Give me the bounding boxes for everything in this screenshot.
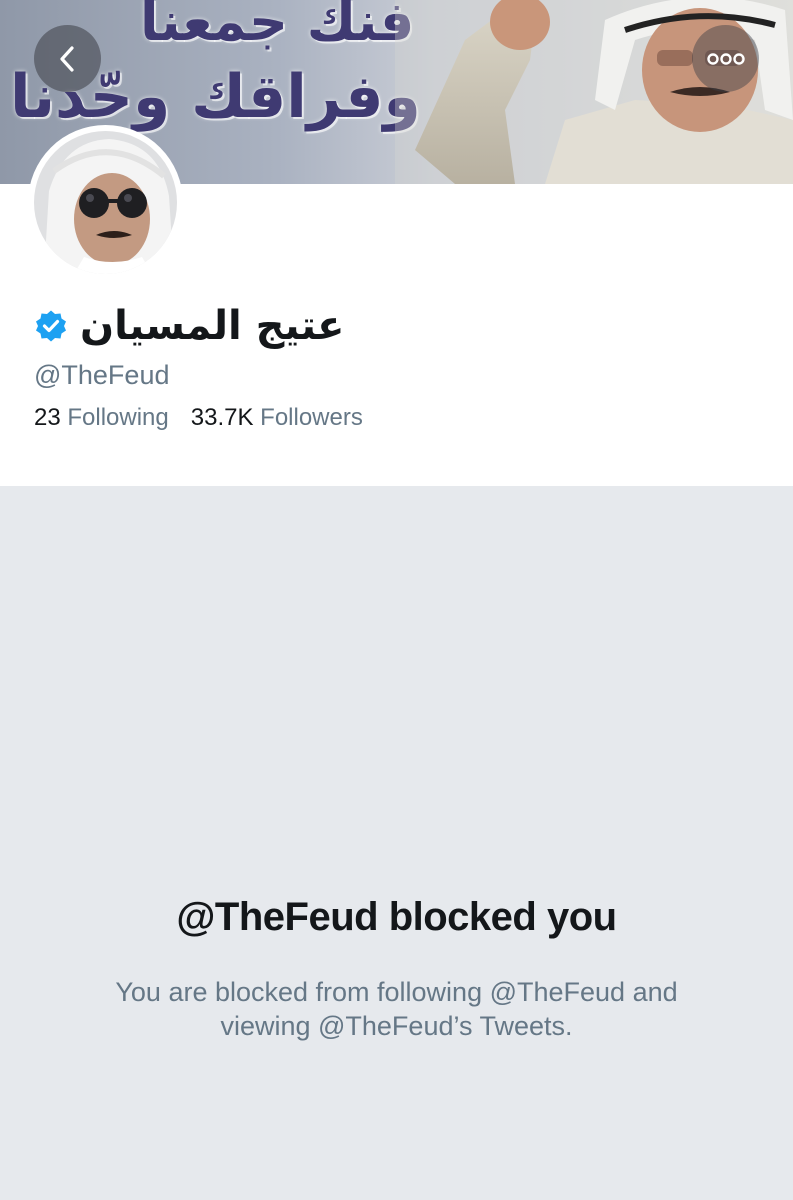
followers-count-link[interactable]: 33.7K Followers [191,404,363,432]
avatar-image [34,131,177,274]
followers-label: Followers [260,404,363,431]
back-button[interactable] [34,25,101,92]
more-dots-icon [706,52,745,65]
blocked-title: @TheFeud blocked you [176,895,617,939]
chevron-left-icon [59,45,74,72]
blocked-notice-panel [0,486,793,1200]
profile-avatar[interactable] [28,125,183,280]
banner-text-line1: فنك جمعنا [140,0,415,53]
followers-count: 33.7K [190,404,254,431]
blocked-description-line2: viewing @TheFeud’s Tweets. [220,1011,573,1041]
profile-stats: 23 Following 33.7K Followers [34,404,363,432]
verified-badge-icon [36,310,66,342]
display-name: عتيج المسيان [80,303,345,349]
following-label: Following [67,404,169,431]
following-count: 23 [34,404,61,431]
profile-handle: @TheFeud [34,360,170,390]
blocked-description-line1: You are blocked from following @TheFeud … [115,977,678,1007]
display-name-row: عتيج المسيان [34,296,344,356]
more-options-button[interactable] [692,25,759,92]
following-count-link[interactable]: 23 Following [34,404,169,432]
blocked-description: You are blocked from following @TheFeud … [60,975,733,1043]
